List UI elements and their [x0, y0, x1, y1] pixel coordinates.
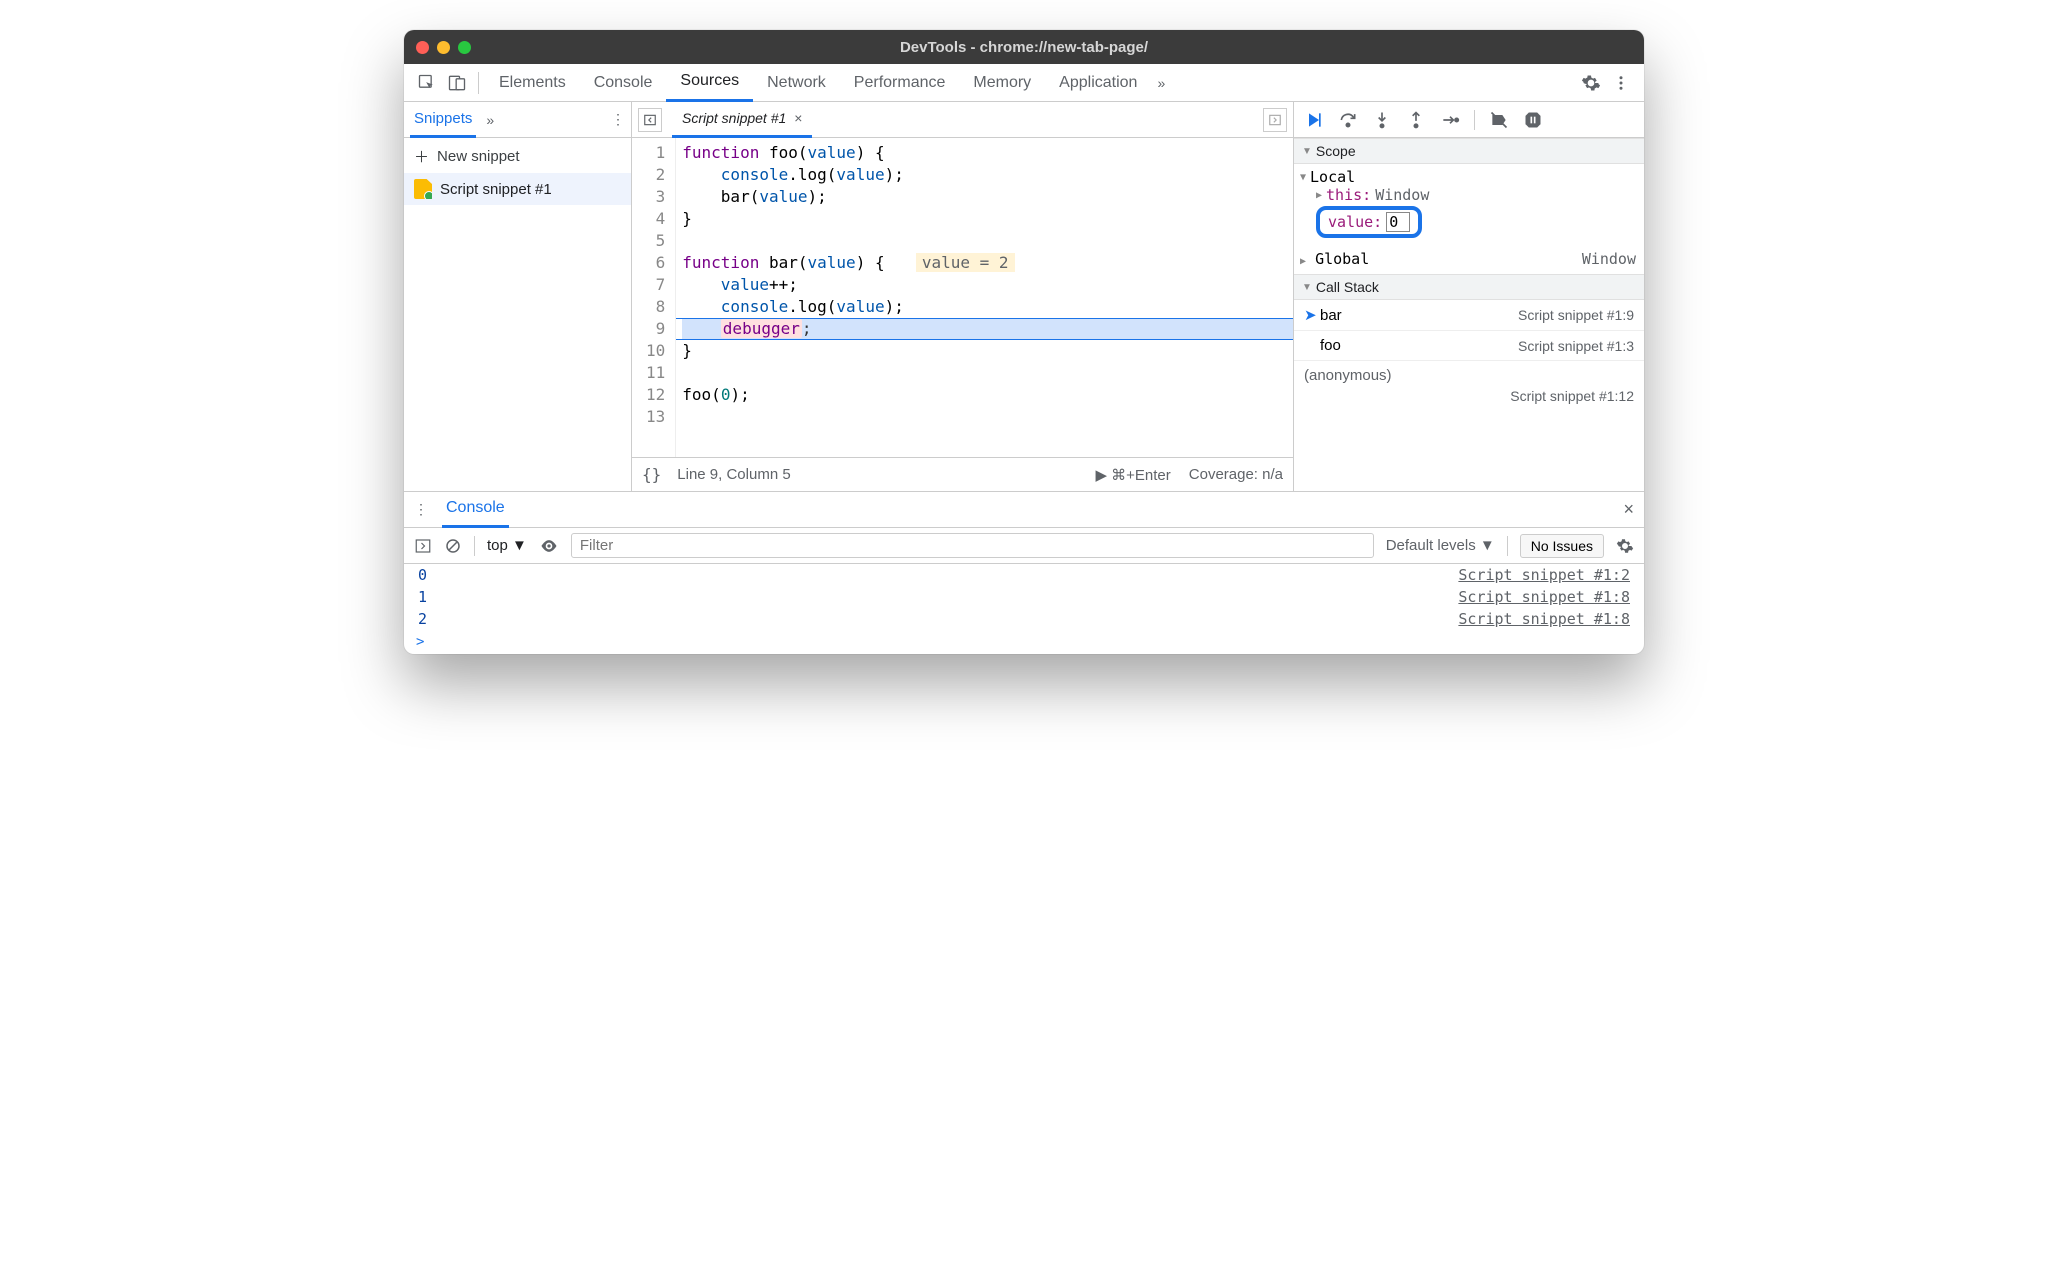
devtools-window: DevTools - chrome://new-tab-page/ Elemen…: [404, 30, 1644, 654]
tab-memory[interactable]: Memory: [959, 64, 1045, 102]
console-drawer-tab[interactable]: Console: [442, 492, 509, 528]
debugger-pane: Scope Local this: Window value: Global W…: [1294, 102, 1644, 491]
code-line[interactable]: bar(value);: [682, 186, 1293, 208]
step-out-icon[interactable]: [1406, 110, 1426, 130]
run-shortcut-hint: ▶ ⌘+Enter: [1095, 466, 1170, 484]
new-snippet-label: New snippet: [437, 148, 520, 165]
tab-application[interactable]: Application: [1045, 64, 1151, 102]
coverage-status: Coverage: n/a: [1189, 466, 1283, 483]
snippets-tab[interactable]: Snippets: [410, 102, 476, 138]
navigator-overflow-icon[interactable]: »: [486, 112, 494, 128]
close-drawer-icon[interactable]: ×: [1623, 499, 1634, 520]
file-tab-label: Script snippet #1: [682, 110, 786, 126]
console-prompt[interactable]: >: [404, 630, 1644, 654]
minimize-window-icon[interactable]: [437, 41, 450, 54]
code-line[interactable]: value++;: [682, 274, 1293, 296]
scope-section-header[interactable]: Scope: [1294, 138, 1644, 164]
scope-value-input[interactable]: [1386, 212, 1410, 232]
code-line[interactable]: }: [682, 340, 1293, 362]
tab-console[interactable]: Console: [580, 64, 667, 102]
code-editor[interactable]: 12345678910111213 function foo(value) { …: [632, 138, 1293, 457]
console-filter-input[interactable]: [571, 533, 1374, 558]
file-tab[interactable]: Script snippet #1 ×: [672, 102, 812, 138]
issues-button[interactable]: No Issues: [1520, 534, 1604, 558]
code-line[interactable]: console.log(value);: [682, 164, 1293, 186]
console-line[interactable]: 0Script snippet #1:2: [404, 564, 1644, 586]
callstack-anonymous-loc: Script snippet #1:12: [1294, 388, 1644, 410]
log-levels-selector[interactable]: Default levels ▼: [1386, 537, 1495, 554]
editor-statusbar: {} Line 9, Column 5 ▶ ⌘+Enter Coverage: …: [632, 457, 1293, 491]
callstack-anonymous[interactable]: (anonymous): [1294, 361, 1644, 388]
step-over-icon[interactable]: [1338, 110, 1358, 130]
debugger-toolbar: [1294, 102, 1644, 138]
kebab-menu-icon[interactable]: [1606, 68, 1636, 98]
plus-icon: ＋: [414, 146, 429, 167]
traffic-lights: [416, 41, 471, 54]
navigator-menu-icon[interactable]: ⋮: [611, 111, 625, 128]
code-line[interactable]: foo(0);: [682, 384, 1293, 406]
new-snippet-button[interactable]: ＋ New snippet: [404, 140, 631, 173]
maximize-window-icon[interactable]: [458, 41, 471, 54]
code-line[interactable]: [682, 230, 1293, 252]
drawer-tabbar: ⋮ Console ×: [404, 492, 1644, 528]
run-snippet-icon[interactable]: [1263, 108, 1287, 132]
tab-sources[interactable]: Sources: [666, 64, 753, 102]
console-line[interactable]: 2Script snippet #1:8: [404, 608, 1644, 630]
scope-value-edit[interactable]: value:: [1316, 206, 1422, 238]
tab-performance[interactable]: Performance: [840, 64, 960, 102]
code-line[interactable]: console.log(value);: [682, 296, 1293, 318]
close-window-icon[interactable]: [416, 41, 429, 54]
clear-console-icon[interactable]: [444, 537, 462, 555]
resume-icon[interactable]: [1304, 110, 1324, 130]
context-selector[interactable]: top ▼: [487, 537, 527, 554]
navigator-pane: Snippets » ⋮ ＋ New snippet Script snippe…: [404, 102, 632, 491]
callstack-frame[interactable]: ➤barScript snippet #1:9: [1294, 300, 1644, 331]
pause-on-exceptions-icon[interactable]: [1523, 110, 1543, 130]
code-line[interactable]: debugger;: [682, 318, 1293, 340]
drawer-menu-icon[interactable]: ⋮: [414, 501, 428, 518]
step-into-icon[interactable]: [1372, 110, 1392, 130]
console-toolbar: top ▼ Default levels ▼ No Issues: [404, 528, 1644, 564]
inspect-element-icon[interactable]: [412, 68, 442, 98]
scope-local: Local this: Window value:: [1294, 164, 1644, 248]
live-expression-icon[interactable]: [539, 536, 559, 556]
code-line[interactable]: }: [682, 208, 1293, 230]
pretty-print-icon[interactable]: {}: [642, 465, 661, 484]
code-line[interactable]: [682, 362, 1293, 384]
snippet-item-label: Script snippet #1: [440, 181, 552, 198]
callstack-section-header[interactable]: Call Stack: [1294, 274, 1644, 300]
show-console-sidebar-icon[interactable]: [414, 537, 432, 555]
window-title: DevTools - chrome://new-tab-page/: [404, 39, 1644, 56]
tab-network[interactable]: Network: [753, 64, 840, 102]
snippet-file-icon: [414, 179, 432, 199]
code-line[interactable]: function foo(value) {: [682, 142, 1293, 164]
titlebar: DevTools - chrome://new-tab-page/: [404, 30, 1644, 64]
editor-pane: Script snippet #1 × 12345678910111213 fu…: [632, 102, 1294, 491]
scope-global[interactable]: Global Window: [1294, 248, 1644, 274]
cursor-position: Line 9, Column 5: [677, 466, 790, 483]
main-tabbar: ElementsConsoleSourcesNetworkPerformance…: [404, 64, 1644, 102]
nav-back-icon[interactable]: [638, 108, 662, 132]
snippet-item[interactable]: Script snippet #1: [404, 173, 631, 205]
console-settings-icon[interactable]: [1616, 537, 1634, 555]
code-line[interactable]: function bar(value) { value = 2: [682, 252, 1293, 274]
console-output: 0Script snippet #1:21Script snippet #1:8…: [404, 564, 1644, 630]
console-line[interactable]: 1Script snippet #1:8: [404, 586, 1644, 608]
settings-icon[interactable]: [1576, 68, 1606, 98]
sources-panel: Snippets » ⋮ ＋ New snippet Script snippe…: [404, 102, 1644, 492]
step-icon[interactable]: [1440, 110, 1460, 130]
scope-this-value: Window: [1375, 186, 1429, 204]
device-toolbar-icon[interactable]: [442, 68, 472, 98]
deactivate-breakpoints-icon[interactable]: [1489, 110, 1509, 130]
close-tab-icon[interactable]: ×: [794, 110, 802, 126]
tabs-overflow-icon[interactable]: »: [1157, 75, 1165, 91]
code-line[interactable]: [682, 406, 1293, 428]
callstack-frame[interactable]: fooScript snippet #1:3: [1294, 331, 1644, 361]
scope-this-label: this:: [1326, 186, 1371, 204]
tab-elements[interactable]: Elements: [485, 64, 580, 102]
